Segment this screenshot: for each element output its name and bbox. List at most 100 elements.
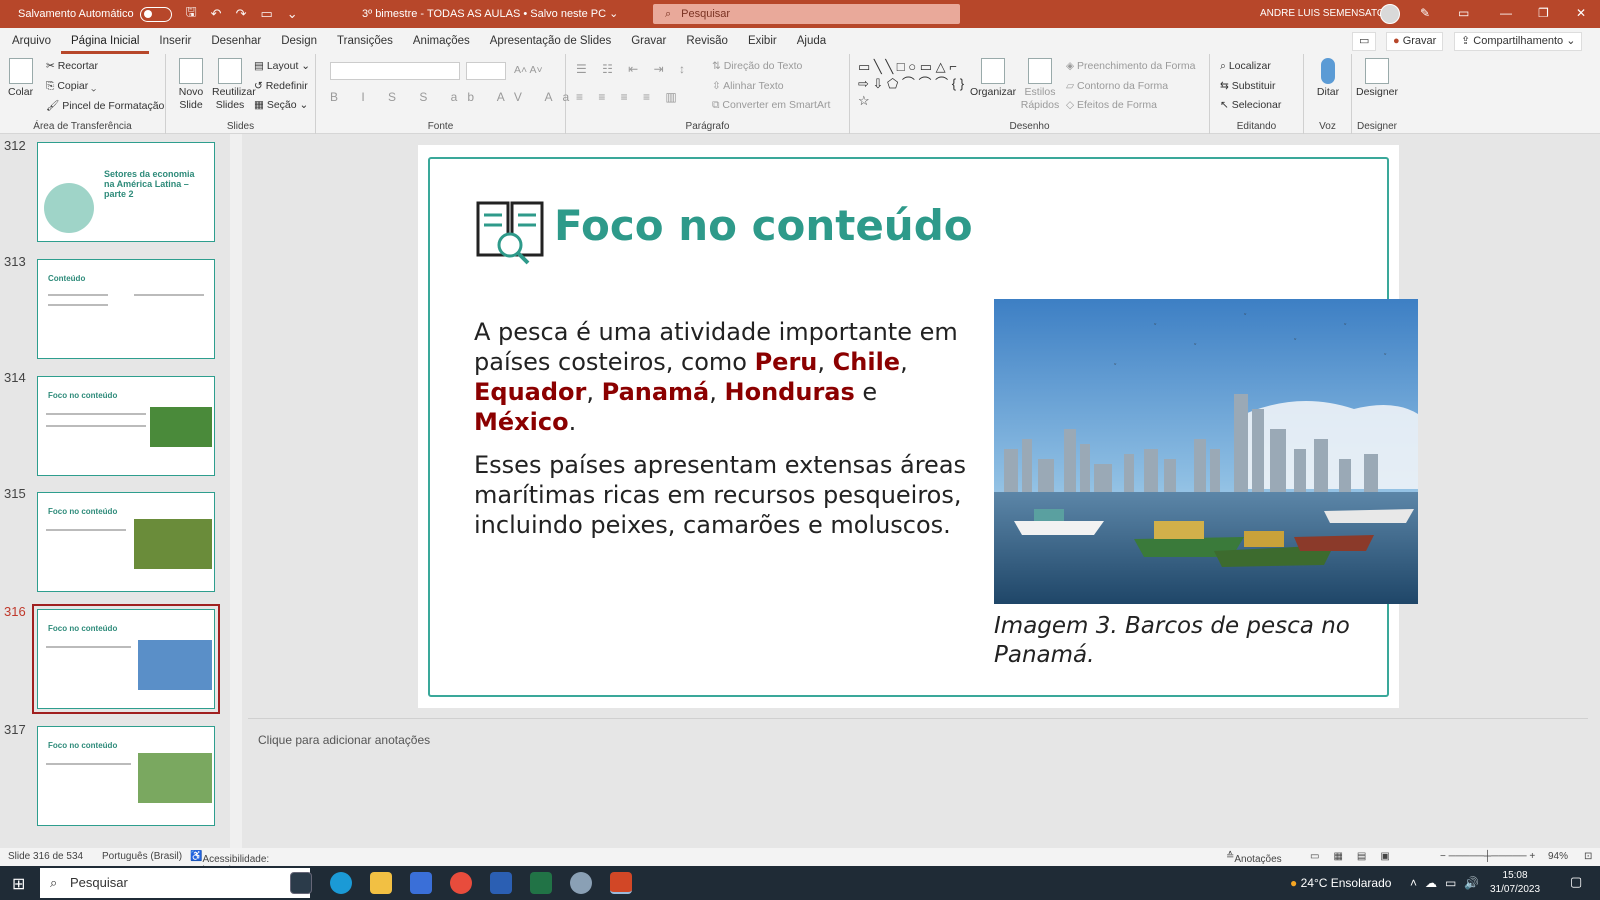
select-button[interactable]: ↖ Selecionar [1220,99,1281,111]
new-slide-button[interactable]: Novo Slide [176,58,206,112]
thumb-title: Foco no conteúdo [48,391,118,400]
zoom-slider[interactable]: − ─────┼───── + [1440,851,1535,862]
slide-paragraph-1[interactable]: A pesca é uma atividade importante em pa… [474,317,974,437]
slide-thumbnail-315[interactable]: Foco no conteúdo [37,492,215,592]
taskbar-search[interactable]: ⌕ Pesquisar [40,868,310,898]
tab-animacoes[interactable]: Animações [403,28,480,54]
undo-icon[interactable]: ↶ [211,6,222,22]
user-name[interactable]: ANDRE LUIS SEMENSATO [1260,8,1385,19]
designer-button[interactable]: Designer [1356,58,1398,99]
chrome-icon[interactable] [450,872,472,894]
tab-inserir[interactable]: Inserir [149,28,201,54]
notes-pane[interactable]: Clique para adicionar anotações [248,718,1588,846]
slide-thumbnail-314[interactable]: Foco no conteúdo [37,376,215,476]
smartart-button[interactable]: ⧉ Converter em SmartArt [712,99,830,112]
section-button[interactable]: ▦ Seção ⌄ [254,99,308,111]
zoom-level[interactable]: 94% [1548,851,1568,862]
title-bar: Salvamento Automático 🖫 ↶ ↷ ▭ ⌄ 3º bimes… [0,0,1600,28]
quick-styles-button[interactable]: Estilos Rápidos [1020,58,1060,112]
font-format-icons[interactable]: B I S S ab AV Aa [330,90,579,104]
maximize-icon[interactable]: ❐ [1538,6,1549,20]
powerpoint-icon[interactable] [610,872,632,894]
replace-button[interactable]: ⇆ Substituir [1220,80,1276,92]
record-button[interactable]: ● Gravar [1386,32,1444,51]
shape-fill-button[interactable]: ◈ Preenchimento da Forma [1066,60,1195,72]
customize-qat-icon[interactable]: ⌄ [287,6,298,22]
font-label: Fonte [427,121,454,132]
reset-button[interactable]: ↺ Redefinir [254,80,308,92]
grow-font-icon[interactable]: A˄ A˅ [514,64,543,76]
slide-thumbnail-317[interactable]: Foco no conteúdo [37,726,215,826]
font-size-field[interactable] [466,62,506,80]
tab-pagina-inicial[interactable]: Página Inicial [61,28,150,54]
tab-apresentacao[interactable]: Apresentação de Slides [480,28,621,54]
reuse-slides-button[interactable]: Reutilizar Slides [212,58,256,112]
present-icon[interactable]: ▭ [260,6,272,22]
shape-outline-button[interactable]: ▱ Contorno da Forma [1066,80,1168,92]
view-buttons[interactable]: ▭▦▤▣ [1310,851,1404,862]
avatar[interactable] [1380,4,1400,24]
current-slide[interactable]: Foco no conteúdo A pesca é uma atividade… [418,145,1418,708]
tab-desenhar[interactable]: Desenhar [201,28,271,54]
slide-scrollbar[interactable] [1586,134,1600,848]
tab-ajuda[interactable]: Ajuda [787,28,836,54]
windows-start-icon[interactable]: ⊞ [12,874,25,894]
task-view-icon[interactable] [290,872,312,894]
fit-slide-icon[interactable]: ⊡ [1584,851,1592,862]
autosave-toggle[interactable] [139,6,172,22]
word-icon[interactable] [490,872,512,894]
fishing-boats-photo[interactable]: ˇˇˇˇˇˇˇ [994,299,1418,604]
thumbnails-scrollbar[interactable] [230,134,242,848]
pen-icon[interactable]: ✎ [1420,6,1430,20]
slide-thumbnail-313[interactable]: Conteúdo [37,259,215,359]
image-caption[interactable]: Imagem 3. Barcos de pesca no Panamá. [994,612,1394,670]
weather-widget[interactable]: ● 24°C Ensolarado [1290,876,1391,890]
copy-button[interactable]: ⎘ Copiar ⌄ [46,80,96,93]
cut-button[interactable]: ✂ Recortar [46,60,98,72]
paint-icon[interactable] [570,872,592,894]
notes-toggle[interactable]: ≙ Anotações [1226,851,1282,865]
edge-icon[interactable] [330,872,352,894]
tab-exibir[interactable]: Exibir [738,28,787,54]
ribbon-display-icon[interactable]: ▭ [1458,6,1469,20]
slide-paragraph-2[interactable]: Esses países apresentam extensas áreas m… [474,450,974,540]
redo-icon[interactable]: ↷ [236,6,247,22]
language-status[interactable]: Português (Brasil) [102,851,182,862]
close-icon[interactable]: ✕ [1576,6,1586,20]
save-icon[interactable]: 🖫 [186,3,197,25]
arrange-button[interactable]: Organizar [970,58,1016,99]
paste-button[interactable]: Colar [8,58,33,99]
accessibility-status[interactable]: ♿ Acessibilidade: investigar [190,851,269,876]
format-painter-button[interactable]: 🖌 Pincel de Formatação [46,99,164,112]
slide-title[interactable]: Foco no conteúdo [554,201,973,250]
tab-design[interactable]: Design [271,28,327,54]
minimize-icon[interactable]: — [1500,6,1512,20]
tab-arquivo[interactable]: Arquivo [2,28,61,54]
share-button[interactable]: ⇪ Compartilhamento ⌄ [1454,32,1583,51]
text-direction-button[interactable]: ⇅ Direção do Texto [712,60,802,72]
tab-transicoes[interactable]: Transições [327,28,403,54]
tab-revisao[interactable]: Revisão [676,28,738,54]
search-box[interactable]: ⌕ Pesquisar [653,4,960,24]
taskbar-clock[interactable]: 15:08 31/07/2023 [1490,869,1540,897]
system-tray-icons[interactable]: ˄☁▭🔊 [1410,876,1487,890]
align-icons[interactable]: ≡ ≡ ≡ ≡ ▥ [576,90,683,104]
comments-icon[interactable]: ▭ [1352,32,1377,51]
document-title[interactable]: 3º bimestre - TODAS AS AULAS • Salvo nes… [362,7,618,20]
find-button[interactable]: ⌕ Localizar [1220,60,1271,73]
list-icons[interactable]: ☰ ☷ ⇤ ⇥ ↕ [576,62,691,76]
dictate-button[interactable]: Ditar [1312,58,1344,99]
tab-gravar[interactable]: Gravar [621,28,676,54]
align-text-button[interactable]: ⇳ Alinhar Texto [712,80,784,92]
layout-button[interactable]: ▤ Layout ⌄ [254,60,310,72]
slide-thumbnail-316[interactable]: Foco no conteúdo [32,604,220,714]
slide-thumbnail-312[interactable]: Setores da economia na América Latina – … [37,142,215,242]
notifications-icon[interactable]: ▢ [1570,874,1582,890]
shapes-gallery[interactable]: ▭ ╲ ╲ □ ○ ▭ △ ⌐ ⇨ ⇩ ⬠ ⌒ ⌒ ⌒ { } ☆ [858,58,968,112]
store-icon[interactable] [410,872,432,894]
font-name-field[interactable] [330,62,460,80]
file-explorer-icon[interactable] [370,872,392,894]
excel-icon[interactable] [530,872,552,894]
format-painter-label: Pincel de Formatação [62,100,165,112]
shape-effects-button[interactable]: ◇ Efeitos de Forma [1066,99,1157,111]
